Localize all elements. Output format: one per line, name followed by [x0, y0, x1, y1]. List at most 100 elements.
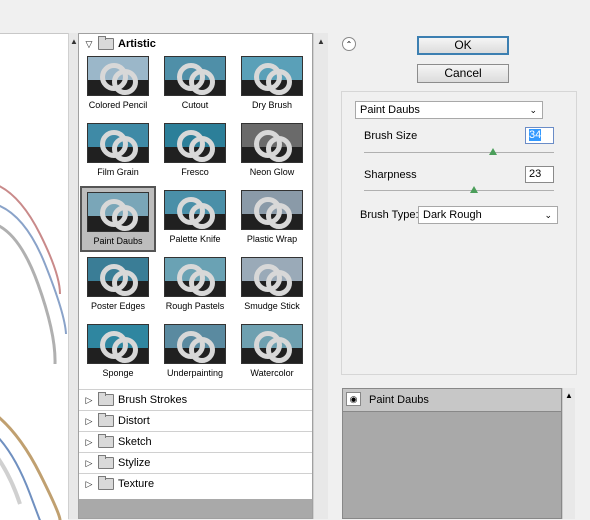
ok-button[interactable]: OK [417, 36, 509, 55]
category-sketch[interactable]: ▷ Sketch [79, 432, 312, 452]
effect-layer-label: Paint Daubs [369, 394, 429, 406]
category-label: Artistic [118, 38, 156, 50]
filter-thumbnail-rough-pastels[interactable]: Rough Pastels [157, 253, 233, 319]
filter-preview-image [164, 56, 226, 96]
category-label: Stylize [118, 457, 151, 469]
category-stylize[interactable]: ▷ Stylize [79, 453, 312, 473]
collapse-gallery-button[interactable]: ⌃ [342, 37, 356, 51]
filter-preview-image [241, 190, 303, 230]
chevron-down-icon: ⌄ [544, 210, 552, 220]
scroll-up-icon[interactable]: ▲ [565, 391, 573, 400]
sharpness-slider-handle[interactable] [470, 186, 479, 193]
folder-icon [98, 434, 114, 448]
filter-preview-image [164, 257, 226, 297]
expand-right-icon[interactable]: ▷ [82, 437, 96, 448]
filter-preview-image [241, 257, 303, 297]
category-label: Brush Strokes [118, 394, 188, 406]
brush-type-select[interactable]: Dark Rough ⌄ [418, 206, 558, 224]
filter-preview-image [87, 192, 149, 232]
filter-thumbnail-cutout[interactable]: Cutout [157, 52, 233, 118]
preview-image [0, 185, 67, 520]
layers-scrollbar[interactable]: ▲ [562, 388, 575, 519]
gallery-empty-area [79, 499, 312, 518]
brush-type-value: Dark Rough [423, 209, 482, 221]
expand-right-icon[interactable]: ▷ [82, 458, 96, 469]
category-texture[interactable]: ▷ Texture [79, 474, 312, 494]
category-label: Sketch [118, 436, 152, 448]
eye-icon[interactable]: ◉ [346, 392, 361, 406]
chevron-down-icon: ⌄ [529, 105, 537, 115]
filter-label: Smudge Stick [244, 301, 300, 311]
sharpness-slider-track[interactable] [364, 190, 554, 191]
brush-size-label: Brush Size [364, 130, 418, 142]
expand-down-icon[interactable]: ▽ [82, 39, 96, 50]
filter-preview-image [241, 56, 303, 96]
filter-thumbnail-palette-knife[interactable]: Palette Knife [157, 186, 233, 252]
filter-thumbnail-sponge[interactable]: Sponge [80, 320, 156, 386]
filter-preview-image [87, 123, 149, 163]
filter-preview-image [164, 123, 226, 163]
category-label: Texture [118, 478, 155, 490]
filter-thumbnail-plastic-wrap[interactable]: Plastic Wrap [234, 186, 310, 252]
filter-thumbnail-underpainting[interactable]: Underpainting [157, 320, 233, 386]
effect-layers-panel: ◉ Paint Daubs [342, 388, 562, 519]
filter-preview-image [164, 190, 226, 230]
filter-thumbnail-film-grain[interactable]: Film Grain [80, 119, 156, 185]
category-distort[interactable]: ▷ Distort [79, 411, 312, 431]
folder-icon [98, 476, 114, 490]
folder-icon [98, 413, 114, 427]
filter-label: Paint Daubs [93, 236, 143, 246]
folder-icon [98, 455, 114, 469]
filter-label: Film Grain [97, 167, 139, 177]
filter-preview-image [241, 324, 303, 364]
filter-label: Underpainting [166, 368, 224, 378]
filter-label: Neon Glow [249, 167, 295, 177]
scroll-up-icon[interactable]: ▲ [70, 37, 78, 46]
sharpness-label: Sharpness [364, 169, 417, 181]
brush-size-slider-track[interactable] [364, 152, 554, 153]
filter-select-value: Paint Daubs [360, 104, 420, 116]
filter-label: Rough Pastels [165, 301, 225, 311]
cancel-button[interactable]: Cancel [417, 64, 509, 83]
preview-scrollbar[interactable]: ▲ [68, 33, 78, 519]
filter-thumbnail-paint-daubs[interactable]: Paint Daubs [80, 186, 156, 252]
scroll-up-icon[interactable]: ▲ [317, 37, 325, 46]
brush-type-label: Brush Type: [360, 209, 419, 221]
filter-label: Colored Pencil [88, 100, 148, 110]
category-artistic[interactable]: ▽ Artistic [79, 34, 312, 54]
filter-preview-image [87, 257, 149, 297]
filter-gallery: ▽ Artistic Colored Pencil Cutout Dry Brush… [78, 33, 313, 519]
expand-right-icon[interactable]: ▷ [82, 395, 96, 406]
filter-label: Sponge [102, 368, 134, 378]
filter-thumbnail-smudge-stick[interactable]: Smudge Stick [234, 253, 310, 319]
filter-settings-panel: Paint Daubs ⌄ Brush Size 34 Sharpness 23… [341, 91, 577, 375]
preview-canvas[interactable] [0, 33, 68, 520]
brush-size-slider-handle[interactable] [489, 148, 498, 155]
filter-select[interactable]: Paint Daubs ⌄ [355, 101, 543, 119]
effect-layer-row[interactable]: ◉ Paint Daubs [343, 389, 561, 412]
brush-size-input[interactable]: 34 [525, 127, 554, 144]
filter-label: Palette Knife [169, 234, 221, 244]
expand-right-icon[interactable]: ▷ [82, 479, 96, 490]
filter-preview-image [87, 324, 149, 364]
category-brush-strokes[interactable]: ▷ Brush Strokes [79, 390, 312, 410]
filter-thumbnail-neon-glow[interactable]: Neon Glow [234, 119, 310, 185]
folder-icon [98, 392, 114, 406]
filter-preview-image [164, 324, 226, 364]
sharpness-input[interactable]: 23 [525, 166, 554, 183]
expand-right-icon[interactable]: ▷ [82, 416, 96, 427]
filter-thumbnail-dry-brush[interactable]: Dry Brush [234, 52, 310, 118]
filter-label: Dry Brush [251, 100, 292, 110]
filter-label: Fresco [181, 167, 209, 177]
filter-label: Watercolor [250, 368, 294, 378]
filter-label: Plastic Wrap [246, 234, 298, 244]
filter-thumbnail-colored-pencil[interactable]: Colored Pencil [80, 52, 156, 118]
category-label: Distort [118, 415, 150, 427]
filter-label: Cutout [181, 100, 209, 110]
gallery-scrollbar[interactable]: ▲ [313, 33, 328, 519]
filter-label: Poster Edges [90, 301, 146, 311]
filter-thumbnail-fresco[interactable]: Fresco [157, 119, 233, 185]
folder-icon [98, 36, 114, 50]
filter-thumbnail-poster-edges[interactable]: Poster Edges [80, 253, 156, 319]
filter-thumbnail-watercolor[interactable]: Watercolor [234, 320, 310, 386]
